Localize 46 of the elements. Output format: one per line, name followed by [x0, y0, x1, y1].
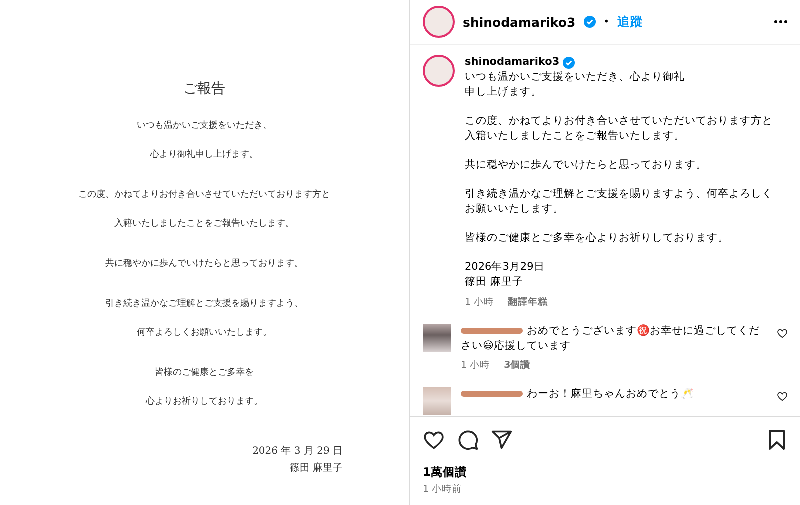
like-comment-icon[interactable]	[777, 328, 788, 339]
caption-text: 篠田 麻里子	[465, 275, 524, 290]
posted-time: 1 小時前	[422, 483, 464, 496]
avatar[interactable]	[423, 6, 455, 38]
caption-text: いつも温かいご支援をいただき、心より御礼	[465, 71, 685, 83]
caption-text: この度、かねてよりお付き合いさせていただいております方と	[465, 114, 773, 129]
redacted-username	[461, 328, 523, 334]
letter-line: 入籍いたしましたことをご報告いたします。	[114, 218, 294, 230]
blurred-avatar	[423, 387, 451, 415]
like-heart-icon[interactable]	[423, 429, 445, 451]
redacted-username	[461, 391, 523, 398]
comment-text: わーお！麻里ちゃんおめでとう🥂	[461, 387, 767, 402]
letter-line: 何卒よろしくお願いいたします。	[137, 327, 272, 339]
comment-bubble-icon[interactable]	[457, 429, 479, 451]
letter-line: いつも温かいご支援をいただき、	[137, 120, 272, 132]
separator: •	[604, 16, 610, 28]
caption-text: 皆様のご健康とご多幸を心よりお祈りしております。	[465, 231, 729, 246]
blurred-avatar	[423, 324, 451, 352]
caption-text: お願いいたします。	[465, 202, 564, 217]
comment-time: 1 小時	[461, 359, 490, 373]
caption-username[interactable]: shinodamariko3	[465, 55, 575, 70]
comment-text: おめでとうございます㊗お幸せに過ごしてください😃応援しています	[461, 324, 761, 354]
post-time: 1 小時	[465, 296, 494, 310]
share-plane-icon[interactable]	[491, 429, 513, 451]
letter-title: ご報告	[184, 80, 226, 98]
comment-likes[interactable]: 3個讚	[504, 358, 531, 373]
like-count[interactable]: 1萬個讚	[410, 459, 800, 480]
caption-text: 申し上げます。	[465, 85, 542, 100]
like-comment-icon[interactable]	[777, 391, 788, 402]
caption-text: 引き続き温かなご理解とご支援を賜りますよう、何卒よろしく	[465, 187, 773, 202]
letter-signature: 篠田 麻里子	[290, 462, 343, 475]
letter-line: 心よりお祈りしております。	[146, 396, 263, 408]
letter-line: 共に穏やかに歩んでいけたらと思っております。	[106, 258, 304, 270]
caption-text: 入籍いたしましたことをご報告いたします。	[465, 129, 685, 144]
more-options-icon[interactable]	[774, 20, 788, 24]
letter-line: この度、かねてよりお付き合いさせていただいております方と	[78, 189, 330, 201]
letter-line: 心より御礼申し上げます。	[150, 149, 258, 161]
avatar[interactable]	[423, 55, 455, 87]
letter-line: 皆様のご健康とご多幸を	[155, 367, 254, 379]
username[interactable]: shinodamariko3	[463, 14, 576, 30]
caption-text: 共に穏やかに歩んでいけたらと思っております。	[465, 158, 707, 173]
caption-text: 2026年3月29日	[465, 260, 545, 275]
letter-line: 引き続き温かなご理解とご支援を賜りますよう、	[106, 298, 304, 310]
translate-link[interactable]: 翻譯年糕	[508, 295, 548, 310]
bookmark-icon[interactable]	[767, 429, 787, 451]
letter-date: 2026 年 3 月 29 日	[252, 445, 343, 458]
